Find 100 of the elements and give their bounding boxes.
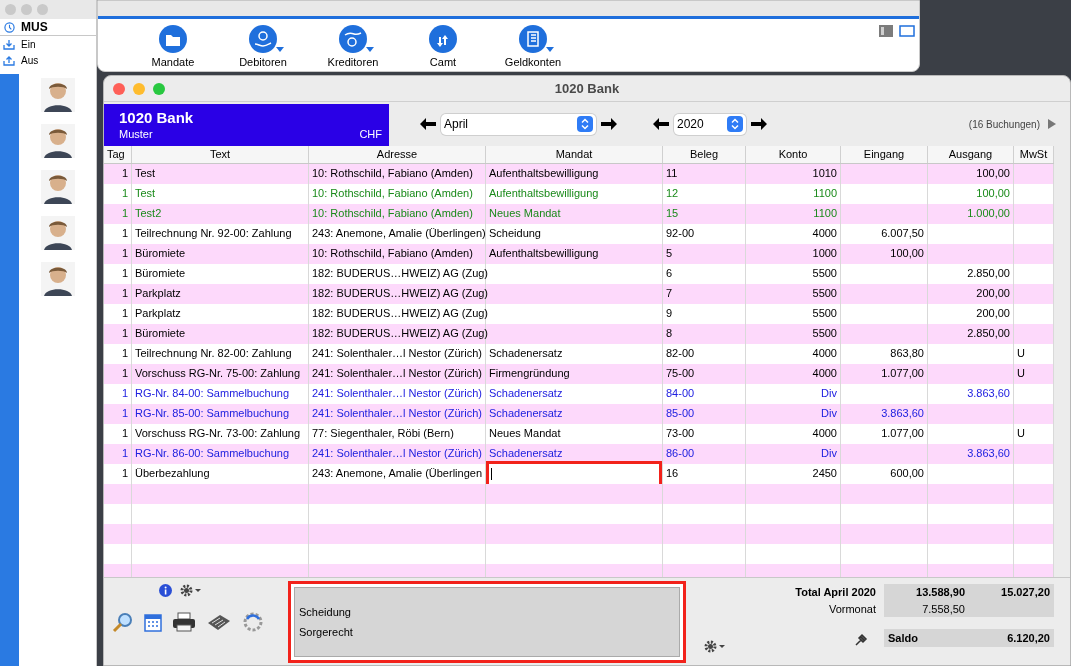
sync-icon[interactable]	[242, 611, 264, 633]
settings-icon[interactable]	[704, 640, 726, 653]
notes-field[interactable]: Scheidung Sorgerecht	[288, 581, 686, 663]
column-header[interactable]: Konto	[746, 146, 841, 163]
text-cell-text: RG-Nr. 86-00: Sammelbuchung	[135, 446, 290, 462]
text-cell-text: Büromiete	[135, 246, 186, 262]
arrow-right-icon[interactable]	[600, 117, 618, 131]
month-select[interactable]: April	[441, 113, 596, 135]
voucher-cell-text: 7	[666, 286, 673, 302]
toolbar-button[interactable]: Kreditoren	[308, 25, 398, 71]
toolbar-button[interactable]: Mandate	[128, 25, 218, 71]
text-cell-text: Vorschuss RG-Nr. 75-00: Zahlung	[135, 366, 301, 382]
text-cell-text: Büromiete	[135, 266, 186, 282]
account-cell-text: 5500	[812, 306, 837, 322]
address-cell-text: 10: Rothschild, Fabiano (Amden)	[312, 246, 473, 262]
address-cell-text: 182: BUDERUS…HWEIZ) AG (Zug)	[312, 266, 489, 282]
balance-label: Saldo	[887, 630, 919, 646]
day-cell-text: 1	[121, 466, 128, 482]
stepper-icon	[727, 116, 743, 132]
voucher-cell-text: 12	[666, 186, 679, 202]
voucher-cell-text: 92-00	[666, 226, 695, 242]
expense-cell-text: 100,00	[976, 186, 1010, 202]
day-cell-text: 1	[121, 266, 128, 282]
income-cell-text: 100,00	[890, 246, 924, 262]
day-cell-text: 1	[121, 306, 128, 322]
toolbar-button[interactable]: Camt	[398, 25, 488, 71]
account-cell-text: 5500	[812, 286, 837, 302]
address-cell-text: 182: BUDERUS…HWEIZ) AG (Zug)	[312, 306, 489, 322]
column-header[interactable]: Eingang	[841, 146, 928, 163]
vat-cell-text: U	[1017, 426, 1025, 442]
column-header[interactable]: Mandat	[486, 146, 663, 163]
mandate-cell-text: Aufenthaltsbewilligung	[489, 166, 599, 182]
note-line: Scheidung	[299, 605, 352, 620]
arrow-left-icon[interactable]	[652, 117, 670, 131]
text-cell-text: Test	[135, 166, 156, 182]
mandate-cell-text: Aufenthaltsbewilligung	[489, 186, 599, 202]
mandate-cell-text: Schadenersatz	[489, 386, 563, 402]
mandate-cell-text: Neues Mandat	[489, 206, 561, 222]
settings-icon[interactable]	[180, 584, 202, 597]
currency: CHF	[359, 127, 382, 142]
mandate-cell-text: Schadenersatz	[489, 346, 563, 362]
column-header[interactable]: Adresse	[309, 146, 486, 163]
mandate-cell-text: Scheidung	[489, 226, 541, 242]
toolbar-button[interactable]: Geldkonten	[488, 25, 578, 71]
account-cell-text: 4000	[812, 226, 837, 242]
text-cell-text: Parkplatz	[135, 306, 181, 322]
column-header[interactable]: Tag	[104, 146, 132, 163]
account-cell-text: 1100	[813, 206, 837, 222]
address-cell-text: 77: Siegenthaler, Röbi (Bern)	[312, 426, 454, 442]
toolbar-button[interactable]: Debitoren	[218, 25, 308, 71]
text-cell-text: Büromiete	[135, 326, 186, 342]
year-select[interactable]: 2020	[674, 113, 746, 135]
account-cell-text: 1000	[812, 246, 837, 262]
upload-icon	[3, 54, 15, 66]
address-cell-text: 241: Solenthaler…l Nestor (Zürich)	[312, 386, 482, 402]
address-cell-text: 182: BUDERUS…HWEIZ) AG (Zug)	[312, 326, 489, 342]
income-cell-text: 3.863,60	[881, 406, 924, 422]
note-line: Sorgerecht	[299, 624, 354, 640]
close-icon[interactable]	[113, 82, 125, 95]
text-cell-text: Teilrechnung Nr. 82-00: Zahlung	[135, 346, 292, 362]
mandate-cell-text: Schadenersatz	[489, 446, 563, 462]
voucher-cell-text: 9	[666, 306, 673, 322]
arrow-right-icon[interactable]	[750, 117, 768, 131]
column-header[interactable]: Text	[132, 146, 309, 163]
side-menu-item[interactable]: Aus	[0, 52, 96, 68]
window-title: 1020 Bank	[554, 79, 620, 98]
folder-icon	[159, 25, 187, 53]
income-cell-text: 863,80	[890, 346, 924, 362]
info-icon[interactable]	[159, 584, 172, 597]
voucher-cell-text: 73-00	[666, 426, 695, 442]
window-icon[interactable]	[899, 25, 915, 37]
total-label: Total April 2020	[795, 585, 876, 600]
account-cell-text: Div	[821, 406, 837, 422]
text-cell-text: RG-Nr. 85-00: Sammelbuchung	[135, 406, 290, 422]
text-cell-text: Teilrechnung Nr. 92-00: Zahlung	[135, 226, 292, 242]
search-icon[interactable]	[112, 611, 134, 633]
column-header[interactable]: Ausgang	[928, 146, 1014, 163]
day-cell-text: 1	[121, 286, 128, 302]
address-cell-text: 241: Solenthaler…l Nestor (Zürich)	[312, 346, 482, 362]
voucher-cell-text: 16	[666, 466, 679, 482]
book-icon	[519, 25, 547, 53]
play-icon[interactable]	[1048, 119, 1056, 129]
arrow-left-icon[interactable]	[419, 117, 437, 131]
column-header[interactable]: Beleg	[663, 146, 746, 163]
address-cell-text: 10: Rothschild, Fabiano (Amden)	[312, 206, 473, 222]
voucher-cell-text: 86-00	[666, 446, 695, 462]
account-cell-text: 5500	[812, 326, 837, 342]
column-header[interactable]: MwSt	[1014, 146, 1054, 163]
calendar-icon[interactable]	[144, 612, 162, 632]
account-cell-text: 1100	[813, 186, 837, 202]
voucher-cell-text: 11	[666, 166, 678, 182]
account-cell-text: 4000	[812, 346, 837, 362]
expense-cell-text: 1.000,00	[967, 206, 1010, 222]
side-menu-item[interactable]: Ein	[0, 36, 96, 52]
printer-icon[interactable]	[172, 612, 196, 632]
income-cell-text: 6.007,50	[881, 226, 924, 242]
day-cell-text: 1	[121, 226, 128, 242]
voucher-cell-text: 85-00	[666, 406, 695, 422]
address-cell-text: 243: Anemone, Amalie (Überlingen)	[312, 226, 486, 242]
account-cell-text: 4000	[812, 426, 837, 442]
